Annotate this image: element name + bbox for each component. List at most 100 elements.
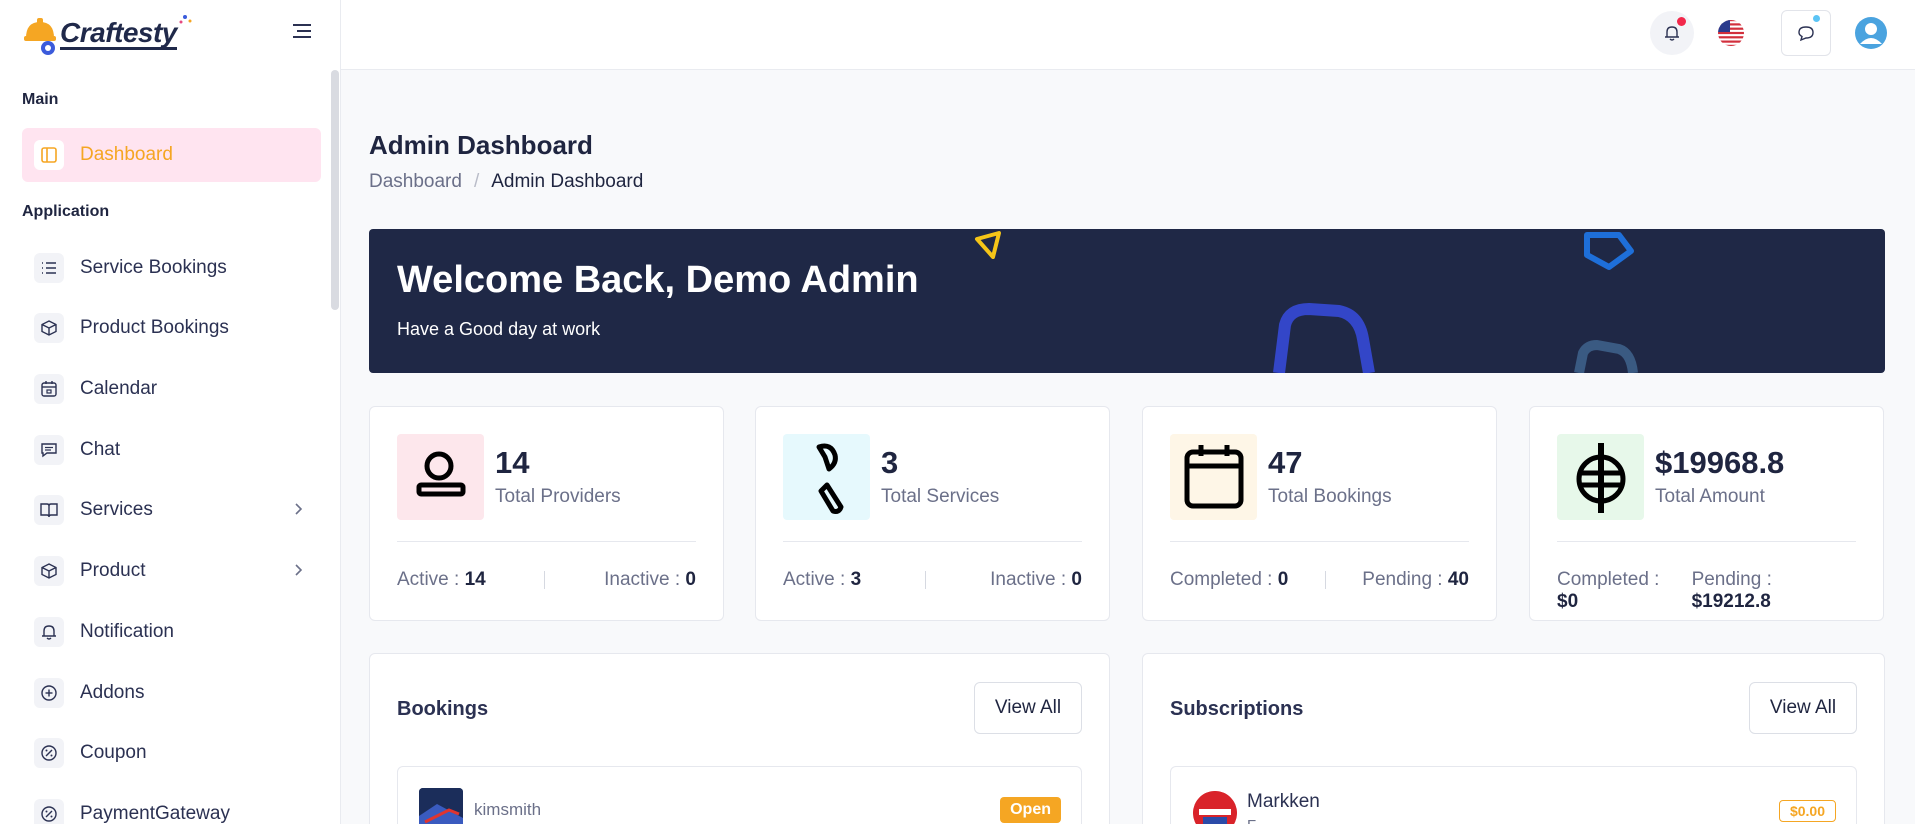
welcome-banner: Welcome Back, Demo Admin Have a Good day… (369, 229, 1885, 373)
breadcrumb-current: Admin Dashboard (491, 171, 644, 192)
welcome-title: Welcome Back, Demo Admin (397, 259, 919, 301)
top-header (341, 0, 1915, 70)
stat-card-amount: $19968.8 Total Amount Completed : $0 Pen… (1529, 406, 1884, 621)
sidebar-item-payment-gateway[interactable]: PaymentGateway (22, 787, 321, 824)
sidebar-item-services[interactable]: Services (22, 483, 321, 537)
bell-icon (34, 617, 64, 647)
box-icon (34, 556, 64, 586)
sidebar-item-chat[interactable]: Chat (22, 423, 321, 477)
stat-left-label: Completed : (1170, 569, 1278, 590)
sidebar-item-product-bookings[interactable]: Product Bookings (22, 301, 321, 355)
percent-icon (34, 799, 64, 824)
sidebar: Craftesty Main Dashboard Application Ser… (0, 0, 341, 824)
panel-title: Bookings (397, 698, 489, 720)
booking-thumbnail (419, 788, 463, 824)
stat-right-label: Pending : (1362, 569, 1448, 590)
sidebar-item-addons[interactable]: Addons (22, 666, 321, 720)
percent-icon (34, 738, 64, 768)
booking-customer-name: kimsmith (474, 800, 542, 819)
stat-label: Total Bookings (1268, 486, 1392, 507)
divider (544, 571, 546, 589)
sidebar-item-label: Services (80, 499, 153, 520)
view-all-bookings-button[interactable]: View All (974, 682, 1082, 734)
divider (1324, 571, 1326, 589)
breadcrumb-root-link[interactable]: Dashboard (369, 171, 462, 193)
sidebar-item-label: Product Bookings (80, 317, 229, 338)
stat-label: Total Amount (1655, 486, 1765, 507)
divider (1170, 541, 1469, 542)
sidebar-item-label: Service Bookings (80, 257, 227, 278)
sidebar-item-service-bookings[interactable]: Service Bookings (22, 241, 321, 295)
sidebar-item-calendar[interactable]: Calendar (22, 362, 321, 416)
sidebar-item-label: Coupon (80, 742, 147, 763)
calendar-icon (34, 374, 64, 404)
notification-dot (1677, 17, 1686, 26)
stat-right-label: Inactive : (604, 569, 686, 590)
messages-button[interactable] (1781, 10, 1831, 56)
booking-list-item[interactable]: kimsmith Open (397, 766, 1082, 824)
stat-left-value: 14 (464, 569, 486, 590)
bell-icon (1665, 26, 1679, 41)
sidebar-item-label: PaymentGateway (80, 803, 230, 824)
provider-icon (397, 434, 484, 520)
stat-card-bookings: 47 Total Bookings Completed : 0 Pending … (1142, 406, 1497, 621)
sparkle-icon (179, 15, 192, 24)
dashboard-icon (34, 140, 64, 170)
sidebar-item-notification[interactable]: Notification (22, 605, 321, 659)
sidebar-item-label: Dashboard (80, 144, 173, 165)
panel-title: Subscriptions (1170, 698, 1304, 720)
stat-value: 14 (495, 445, 530, 480)
menu-toggle-icon[interactable] (293, 22, 313, 40)
stat-label: Total Services (881, 486, 1000, 507)
stat-card-providers: 14 Total Providers Active : 14 Inactive … (369, 406, 724, 621)
stat-left-value: 0 (1277, 569, 1289, 590)
subscriber-logo (1193, 791, 1237, 824)
bookings-panel: Bookings View All kimsmith Open (369, 653, 1110, 824)
subscriptions-panel: Subscriptions View All Markken F $0.00 (1142, 653, 1885, 824)
language-selector[interactable] (1709, 11, 1753, 55)
divider (1557, 541, 1856, 542)
avatar-icon (1855, 17, 1887, 49)
subscription-list-item[interactable]: Markken F $0.00 (1170, 766, 1857, 824)
divider (397, 541, 696, 542)
stat-left-label: Active : (783, 569, 851, 590)
stat-right-value: 0 (685, 569, 696, 590)
box-icon (34, 313, 64, 343)
stat-left-value: $0 (1557, 591, 1579, 612)
sidebar-item-product[interactable]: Product (22, 544, 321, 598)
price-badge: $0.00 (1778, 800, 1836, 822)
sidebar-item-label: Calendar (80, 378, 158, 399)
stat-label: Total Providers (495, 486, 621, 507)
stat-card-services: 3 Total Services Active : 3 Inactive : 0 (755, 406, 1110, 621)
sidebar-item-coupon[interactable]: Coupon (22, 726, 321, 780)
subscriber-name: Markken (1247, 791, 1320, 812)
sidebar-scrollbar[interactable] (331, 70, 339, 310)
us-flag-icon (1718, 20, 1744, 46)
currency-icon (1557, 434, 1644, 520)
page-title: Admin Dashboard (369, 130, 593, 160)
message-dot (1813, 15, 1820, 22)
stat-value: 47 (1268, 445, 1303, 480)
sidebar-item-label: Notification (80, 621, 174, 642)
brand-logo[interactable]: Craftesty (22, 8, 322, 60)
chat-icon (34, 435, 64, 465)
stat-value: 3 (881, 445, 899, 480)
chat-icon (1798, 26, 1814, 42)
chevron-right-icon (293, 563, 303, 582)
stat-value: $19968.8 (1655, 445, 1785, 480)
breadcrumb: Dashboard / Admin Dashboard (369, 171, 643, 193)
breadcrumb-separator: / (473, 171, 480, 192)
view-all-subscriptions-button[interactable]: View All (1749, 682, 1857, 734)
stat-right-value: $19212.8 (1691, 591, 1771, 612)
chevron-right-icon (293, 502, 303, 521)
user-avatar[interactable] (1849, 11, 1893, 55)
list-icon (34, 253, 64, 283)
sidebar-item-dashboard[interactable]: Dashboard (22, 128, 321, 182)
stat-right-value: 0 (1071, 569, 1082, 590)
section-label-application: Application (22, 203, 110, 220)
stat-left-label: Completed : (1557, 569, 1660, 590)
sidebar-item-label: Product (80, 560, 146, 581)
notification-bell-button[interactable] (1650, 11, 1694, 55)
stat-footer: Active : 14 Inactive : 0 (397, 569, 696, 591)
sidebar-item-label: Addons (80, 682, 145, 703)
